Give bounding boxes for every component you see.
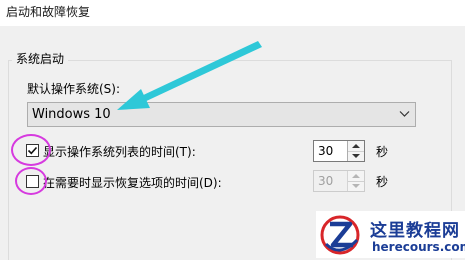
watermark-url: herecours.com	[372, 240, 465, 254]
watermark-title: 这里教程网	[370, 221, 460, 241]
annotation-circle	[11, 134, 51, 166]
annotation-circle	[15, 167, 47, 195]
site-logo-icon	[320, 215, 360, 255]
watermark: 这里教程网 herecours.com	[316, 211, 465, 258]
